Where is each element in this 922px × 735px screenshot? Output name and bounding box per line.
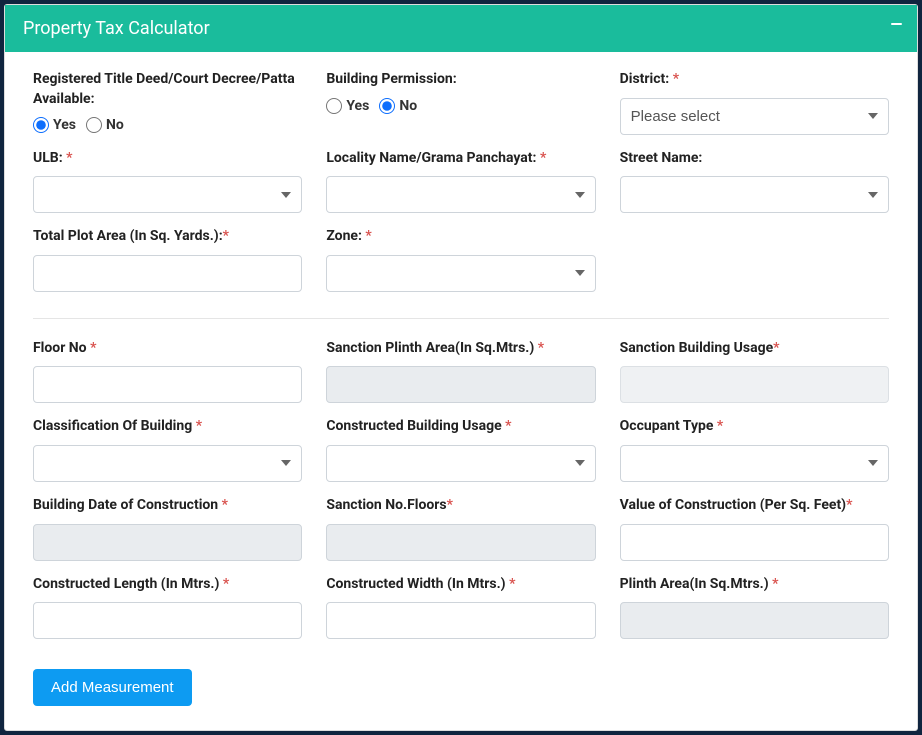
sanction-plinth-area-input — [326, 366, 595, 403]
card-body: Registered Title Deed/Court Decree/Patta… — [5, 52, 917, 730]
plinth-area-input — [620, 602, 889, 639]
label-total-plot-area: Total Plot Area (In Sq. Yards.):* — [33, 227, 302, 247]
locality-select[interactable] — [326, 176, 595, 213]
title-deed-yes-label: Yes — [53, 117, 76, 133]
building-permission-yes-label: Yes — [346, 98, 369, 114]
street-name-select[interactable] — [620, 176, 889, 213]
constructed-length-input[interactable] — [33, 602, 302, 639]
label-sanction-plinth-area: Sanction Plinth Area(In Sq.Mtrs.) * — [326, 339, 595, 359]
district-select[interactable]: Please select — [620, 98, 889, 135]
title-deed-yes-wrap[interactable]: Yes — [33, 117, 76, 133]
label-floor-no: Floor No * — [33, 339, 302, 359]
occupant-type-select[interactable] — [620, 445, 889, 482]
property-tax-card: Property Tax Calculator Registered Title… — [4, 4, 918, 731]
label-district: District: * — [620, 70, 889, 90]
ulb-select[interactable] — [33, 176, 302, 213]
zone-select[interactable] — [326, 255, 595, 292]
label-constructed-width: Constructed Width (In Mtrs.) * — [326, 575, 595, 595]
title-deed-no-radio[interactable] — [86, 117, 102, 133]
building-permission-yes-wrap[interactable]: Yes — [326, 98, 369, 114]
building-permission-no-label: No — [399, 98, 417, 114]
title-deed-no-label: No — [106, 117, 124, 133]
label-building-permission: Building Permission: — [326, 70, 595, 90]
label-ulb: ULB: * — [33, 149, 302, 169]
label-classification-building: Classification Of Building * — [33, 417, 302, 437]
floor-no-input[interactable] — [33, 366, 302, 403]
label-plinth-area: Plinth Area(In Sq.Mtrs.) * — [620, 575, 889, 595]
minimize-icon[interactable] — [889, 17, 903, 31]
building-date-input — [33, 524, 302, 561]
sanction-no-floors-input — [326, 524, 595, 561]
card-header: Property Tax Calculator — [5, 5, 917, 52]
label-locality: Locality Name/Grama Panchayat: * — [326, 149, 595, 169]
title-deed-radio-group: Yes No — [33, 117, 302, 133]
label-constructed-length: Constructed Length (In Mtrs.) * — [33, 575, 302, 595]
title-deed-no-wrap[interactable]: No — [86, 117, 124, 133]
add-measurement-button[interactable]: Add Measurement — [33, 669, 192, 706]
label-title-deed: Registered Title Deed/Court Decree/Patta… — [33, 70, 302, 109]
section-divider — [33, 318, 889, 319]
label-value-construction: Value of Construction (Per Sq. Feet)* — [620, 496, 889, 516]
classification-building-select[interactable] — [33, 445, 302, 482]
building-permission-yes-radio[interactable] — [326, 98, 342, 114]
sanction-building-usage-select — [620, 366, 889, 403]
building-permission-no-radio[interactable] — [379, 98, 395, 114]
label-sanction-building-usage: Sanction Building Usage* — [620, 339, 889, 359]
label-constructed-building-usage: Constructed Building Usage * — [326, 417, 595, 437]
title-deed-yes-radio[interactable] — [33, 117, 49, 133]
label-zone: Zone: * — [326, 227, 595, 247]
building-permission-radio-group: Yes No — [326, 98, 595, 114]
card-title: Property Tax Calculator — [23, 18, 210, 39]
constructed-building-usage-select[interactable] — [326, 445, 595, 482]
label-sanction-no-floors: Sanction No.Floors* — [326, 496, 595, 516]
label-building-date: Building Date of Construction * — [33, 496, 302, 516]
constructed-width-input[interactable] — [326, 602, 595, 639]
label-occupant-type: Occupant Type * — [620, 417, 889, 437]
total-plot-area-input[interactable] — [33, 255, 302, 292]
label-street-name: Street Name: — [620, 149, 889, 169]
value-construction-input[interactable] — [620, 524, 889, 561]
building-permission-no-wrap[interactable]: No — [379, 98, 417, 114]
